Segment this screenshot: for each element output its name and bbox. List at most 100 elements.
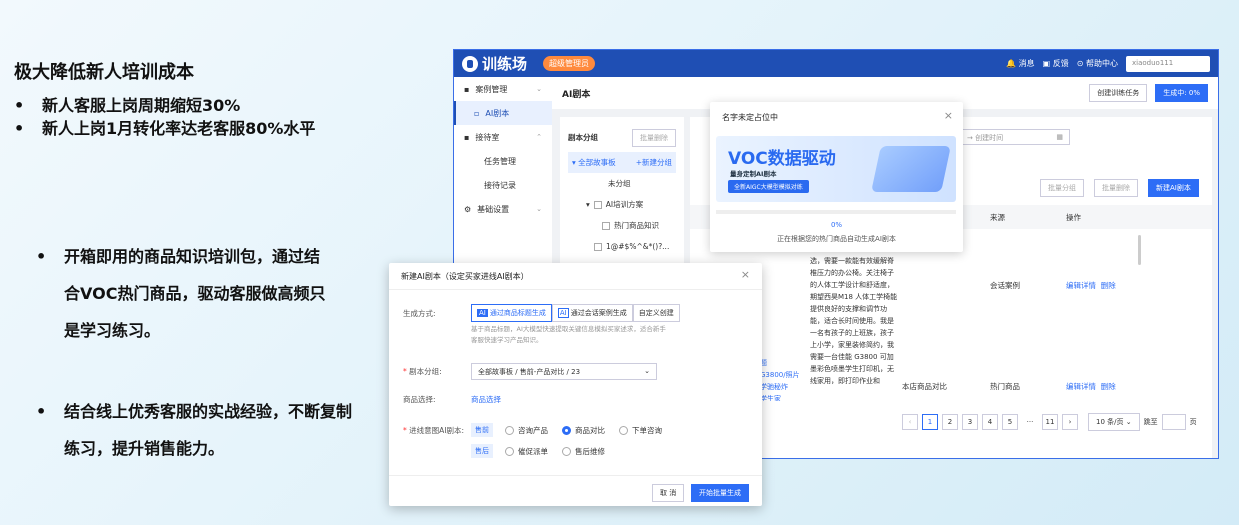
doc-icon: ▫ — [474, 108, 480, 118]
feature-block-1: • 开箱即用的商品知识培训包，通过结合VOC热门商品，驱动客服做高频只是学习练习… — [36, 247, 326, 340]
jump-input[interactable] — [1161, 414, 1186, 430]
prev-page-button[interactable]: ‹ — [902, 414, 918, 430]
slide-heading: 极大降低新人培训成本 — [14, 62, 194, 83]
new-dialog-title: 新建AI剧本（设定买家进线AI剧本） — [401, 272, 529, 281]
custom-create-option[interactable]: 自定义创建 — [632, 304, 680, 322]
page-unit-label: 页 — [1189, 418, 1197, 426]
col-action: 操作 — [1066, 213, 1081, 222]
user-menu[interactable]: xiaoduo111 — [1126, 55, 1210, 72]
help-link[interactable]: ⊙ 帮助中心 — [1077, 58, 1118, 69]
tree-hot-items[interactable]: 热门商品知识 — [568, 215, 676, 236]
source-detail-cell: 本店商品对比 — [902, 382, 947, 391]
radio-aftersale-repair[interactable]: 售后维修 — [562, 446, 605, 457]
batch-group-button[interactable]: 批量分组 — [1040, 179, 1084, 197]
new-script-button[interactable]: 新建AI剧本 — [1148, 179, 1199, 197]
page-button[interactable]: 3 — [962, 414, 978, 430]
scrollbar[interactable] — [1138, 235, 1141, 265]
jump-label: 跳至 — [1143, 418, 1158, 426]
close-icon[interactable]: × — [944, 109, 953, 122]
description-cell: 选，需要一款能有效缓解脊椎压力的办公椅。关注椅子的人体工学设计和舒适度，期望西昊… — [810, 257, 898, 385]
tree-all[interactable]: ▾ 全部故事板 +新建分组 — [568, 152, 676, 173]
progress-dialog-title: 名字未定占位中 — [722, 113, 778, 122]
page-button[interactable]: 11 — [1042, 414, 1058, 430]
edit-link[interactable]: 编辑详情 — [1066, 382, 1096, 391]
feature-block-2: • 结合线上优秀客服的实战经验，不断复制练习，提升销售能力。 — [36, 402, 353, 458]
progress-dialog: 名字未定占位中 × VOC数据驱动 量身定制AI剧本 全新AIGC大模型模拟对练… — [710, 102, 963, 252]
progress-bar — [716, 210, 956, 214]
calendar-icon: ▦ — [1056, 133, 1063, 141]
top-bar: 训练场 超级管理员 🔔 消息 ▣ 反馈 ⊙ 帮助中心 xiaoduo111 — [454, 50, 1218, 77]
page-ellipsis: ··· — [1026, 418, 1034, 426]
new-group-button[interactable]: +新建分组 — [636, 157, 672, 168]
tree-ungrouped[interactable]: 未分组 — [568, 173, 676, 194]
message-link[interactable]: 🔔 消息 — [1006, 58, 1035, 69]
tree-ai-plan[interactable]: ▾ AI培训方案 — [568, 194, 676, 215]
generating-button[interactable]: 生成中: 0% — [1155, 84, 1208, 102]
gen-by-case-option[interactable]: AI 通过会话案例生成 — [551, 304, 633, 322]
gen-by-title-option[interactable]: AI 通过商品标题生成 — [471, 304, 552, 322]
gen-label: 生成方式: — [403, 308, 436, 318]
illustration — [871, 146, 951, 192]
close-icon[interactable]: × — [741, 268, 750, 281]
voc-banner: VOC数据驱动 量身定制AI剧本 全新AIGC大模型模拟对练 — [716, 136, 956, 202]
group-select[interactable]: 全部故事板 / 售前-产品对比 / 23 ⌄ — [471, 363, 657, 380]
pagination: ‹ 1 2 3 4 5 ··· 11 › 10 条/页 ⌄ 跳至 页 — [902, 413, 1197, 431]
new-script-dialog: 新建AI剧本（设定买家进线AI剧本） × 生成方式: AI 通过商品标题生成 AI… — [389, 263, 762, 506]
create-task-button[interactable]: 创建训练任务 — [1089, 84, 1148, 102]
sidebar-item-settings[interactable]: ⚙ 基础设置 ⌄ — [454, 197, 552, 221]
intent-label: * 进线意图AI剧本: — [403, 425, 465, 435]
tree-item-1[interactable]: 1@#$%^&*()?... — [568, 236, 676, 257]
radio-order-consult[interactable]: 下单咨询 — [619, 425, 662, 436]
presale-tag: 售前 — [471, 423, 493, 437]
logo-icon — [462, 55, 478, 72]
item-select-link[interactable]: 商品选择 — [471, 394, 501, 405]
delete-link[interactable]: 删除 — [1101, 382, 1116, 391]
sidebar-item-reception[interactable]: ▪ 接待室 ⌃ — [454, 125, 552, 149]
page-button[interactable]: 4 — [982, 414, 998, 430]
chevron-down-icon: ⌄ — [644, 367, 650, 375]
edit-link[interactable]: 编辑详情 — [1066, 281, 1096, 290]
source-cell: 热门商品 — [990, 382, 1020, 391]
source-cell: 会话案例 — [990, 281, 1020, 290]
table-batch-delete-button[interactable]: 批量删除 — [1094, 179, 1138, 197]
checkbox[interactable] — [593, 200, 602, 209]
per-page-select[interactable]: 10 条/页 ⌄ — [1088, 413, 1140, 431]
divider — [389, 475, 762, 476]
chevron-icon: ⌄ — [536, 205, 542, 213]
title-cell-fragment[interactable]: 题 G3800/照片 学驰秘炸 学生家 — [760, 357, 802, 401]
group-label: * 剧本分组: — [403, 367, 442, 376]
progress-percent: 0% — [830, 221, 843, 229]
ai-icon: AI — [477, 309, 488, 317]
chevron-icon: ⌃ — [536, 133, 542, 141]
start-generate-button[interactable]: 开始批量生成 — [691, 484, 749, 502]
radio-consult-product[interactable]: 咨询产品 — [505, 425, 548, 436]
app-logo: 训练场 — [462, 53, 527, 74]
page-title: AI剧本 — [562, 89, 591, 100]
sidebar-item-reception-log[interactable]: 接待记录 — [454, 173, 552, 197]
tree-batch-delete-button[interactable]: 批量删除 — [632, 128, 676, 147]
create-time-filter[interactable]: → 创建时间 ▦ — [960, 129, 1070, 145]
delete-link[interactable]: 删除 — [1101, 281, 1116, 290]
next-page-button[interactable]: › — [1062, 414, 1078, 430]
col-source: 来源 — [990, 213, 1005, 222]
chevron-icon: ⌄ — [536, 85, 542, 93]
radio-urge-dispatch[interactable]: 催促派单 — [505, 446, 548, 457]
cancel-button[interactable]: 取 消 — [652, 484, 685, 502]
sidebar-item-ai-script[interactable]: ▫ AI剧本 — [454, 101, 552, 125]
chat-icon: ▪ — [464, 132, 470, 142]
radio-compare-product[interactable]: 商品对比 — [562, 425, 605, 436]
bullet-1: • 新人客服上岗周期缩短30% — [14, 96, 241, 115]
page-button[interactable]: 1 — [922, 414, 938, 430]
aftersale-tag: 售后 — [471, 444, 493, 458]
checkbox[interactable] — [594, 242, 602, 251]
item-label: 商品选择: — [403, 395, 436, 404]
sidebar-item-task-mgmt[interactable]: 任务管理 — [454, 149, 552, 173]
page-button[interactable]: 5 — [1002, 414, 1018, 430]
page-button[interactable]: 2 — [942, 414, 958, 430]
slide-text: 极大降低新人培训成本 • 新人客服上岗周期缩短30% • 新人上岗1月转化率达老客服… — [14, 58, 444, 140]
feedback-link[interactable]: ▣ 反馈 — [1043, 58, 1069, 69]
tree-title: 剧本分组 — [568, 133, 598, 142]
checkbox[interactable] — [602, 221, 610, 230]
sidebar-item-case-mgmt[interactable]: ▪ 案例管理 ⌄ — [454, 77, 552, 101]
divider — [389, 289, 762, 290]
